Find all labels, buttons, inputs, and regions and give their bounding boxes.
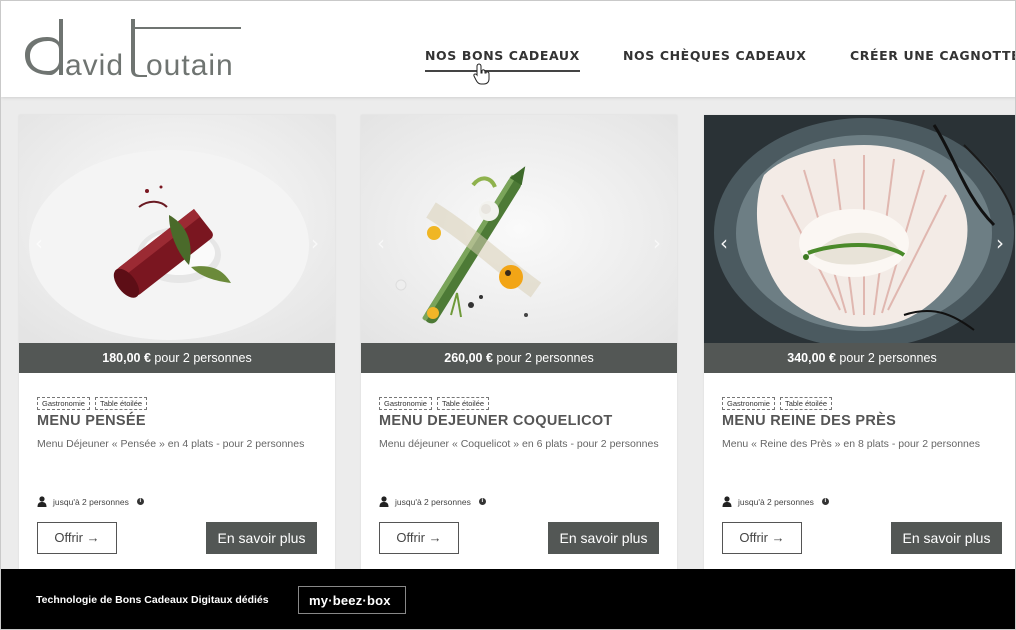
- main-nav: NOS BONS CADEAUX NOS CHÈQUES CADEAUX CRÉ…: [1, 1, 1015, 97]
- price-suffix: pour 2 personnes: [835, 351, 937, 365]
- price-value: 340,00 €: [787, 351, 836, 365]
- dish-image: ‹ ›: [361, 115, 677, 343]
- persons-info: jusqu'à 2 personnes i: [379, 496, 486, 507]
- card-description: Menu déjeuner « Coquelicot » en 6 plats …: [379, 438, 659, 450]
- price-bar: 340,00 € pour 2 personnes: [704, 343, 1015, 373]
- price-bar: 260,00 € pour 2 personnes: [361, 343, 677, 373]
- site-footer: Technologie de Bons Cadeaux Digitaux déd…: [1, 569, 1015, 629]
- learn-more-button[interactable]: En savoir plus: [548, 522, 659, 554]
- person-icon: [379, 496, 389, 507]
- persons-label: jusqu'à 2 personnes: [395, 496, 471, 507]
- price-value: 180,00 €: [102, 351, 151, 365]
- learn-more-button[interactable]: En savoir plus: [891, 522, 1002, 554]
- footer-text: Technologie de Bons Cadeaux Digitaux déd…: [36, 594, 269, 606]
- card-title[interactable]: MENU PENSÉE: [37, 413, 146, 429]
- tag-list: Gastronomie Table étoilée: [722, 391, 837, 410]
- carousel-prev-icon[interactable]: ‹: [35, 233, 43, 253]
- tag-list: Gastronomie Table étoilée: [379, 391, 494, 410]
- persons-info: jusqu'à 2 personnes i: [722, 496, 829, 507]
- info-icon[interactable]: i: [821, 498, 829, 505]
- carousel-next-icon[interactable]: ›: [311, 233, 319, 253]
- offer-button[interactable]: Offrir →: [722, 522, 802, 554]
- nav-cheques-cadeaux[interactable]: NOS CHÈQUES CADEAUX: [623, 48, 807, 63]
- nav-bons-cadeaux[interactable]: NOS BONS CADEAUX: [425, 48, 580, 72]
- dish-image: ‹ ›: [704, 115, 1015, 343]
- carousel-next-icon[interactable]: ›: [653, 233, 661, 253]
- tag: Table étoilée: [94, 397, 148, 410]
- tag: Gastronomie: [37, 397, 90, 410]
- site-header: avid outain NOS BONS CADEAUX NOS CHÈQUES…: [1, 1, 1015, 97]
- card-description: Menu Déjeuner « Pensée » en 4 plats - po…: [37, 438, 305, 450]
- offer-button[interactable]: Offrir →: [379, 522, 459, 554]
- price-bar: 180,00 € pour 2 personnes: [19, 343, 335, 373]
- price-value: 260,00 €: [444, 351, 493, 365]
- card-title[interactable]: MENU REINE DES PRÈS: [722, 413, 896, 429]
- tag: Table étoilée: [779, 397, 833, 410]
- carousel-prev-icon[interactable]: ‹: [377, 233, 385, 253]
- price-suffix: pour 2 personnes: [150, 351, 252, 365]
- offer-button[interactable]: Offrir →: [37, 522, 117, 554]
- dish-image: ‹ ›: [19, 115, 335, 343]
- beezbox-badge[interactable]: my·beez·box: [298, 586, 406, 614]
- card-title[interactable]: MENU DEJEUNER COQUELICOT: [379, 413, 613, 429]
- persons-label: jusqu'à 2 personnes: [738, 496, 814, 507]
- person-icon: [37, 496, 47, 507]
- persons-info: jusqu'à 2 personnes i: [37, 496, 144, 507]
- price-suffix: pour 2 personnes: [492, 351, 594, 365]
- persons-label: jusqu'à 2 personnes: [53, 496, 129, 507]
- product-card[interactable]: ‹ › 180,00 € pour 2 personnes Gastronomi…: [19, 115, 335, 575]
- carousel-prev-icon[interactable]: ‹: [720, 233, 728, 253]
- learn-more-button[interactable]: En savoir plus: [206, 522, 317, 554]
- product-card[interactable]: ‹ › 260,00 € pour 2 personnes Gastronomi…: [361, 115, 677, 575]
- tag: Table étoilée: [436, 397, 490, 410]
- tag: Gastronomie: [379, 397, 432, 410]
- tag-list: Gastronomie Table étoilée: [37, 391, 152, 410]
- hand-cursor-icon: [473, 63, 491, 85]
- carousel-next-icon[interactable]: ›: [996, 233, 1004, 253]
- product-card[interactable]: ‹ › 340,00 € pour 2 personnes Gastronomi…: [704, 115, 1015, 575]
- card-description: Menu « Reine des Près » en 8 plats - pou…: [722, 438, 980, 450]
- page: avid outain NOS BONS CADEAUX NOS CHÈQUES…: [0, 0, 1016, 630]
- person-icon: [722, 496, 732, 507]
- info-icon[interactable]: i: [136, 498, 144, 505]
- info-icon[interactable]: i: [478, 498, 486, 505]
- tag: Gastronomie: [722, 397, 775, 410]
- nav-creer-cagnotte[interactable]: CRÉER UNE CAGNOTTE: [850, 48, 1015, 63]
- beezbox-label: my·beez·box: [309, 593, 391, 608]
